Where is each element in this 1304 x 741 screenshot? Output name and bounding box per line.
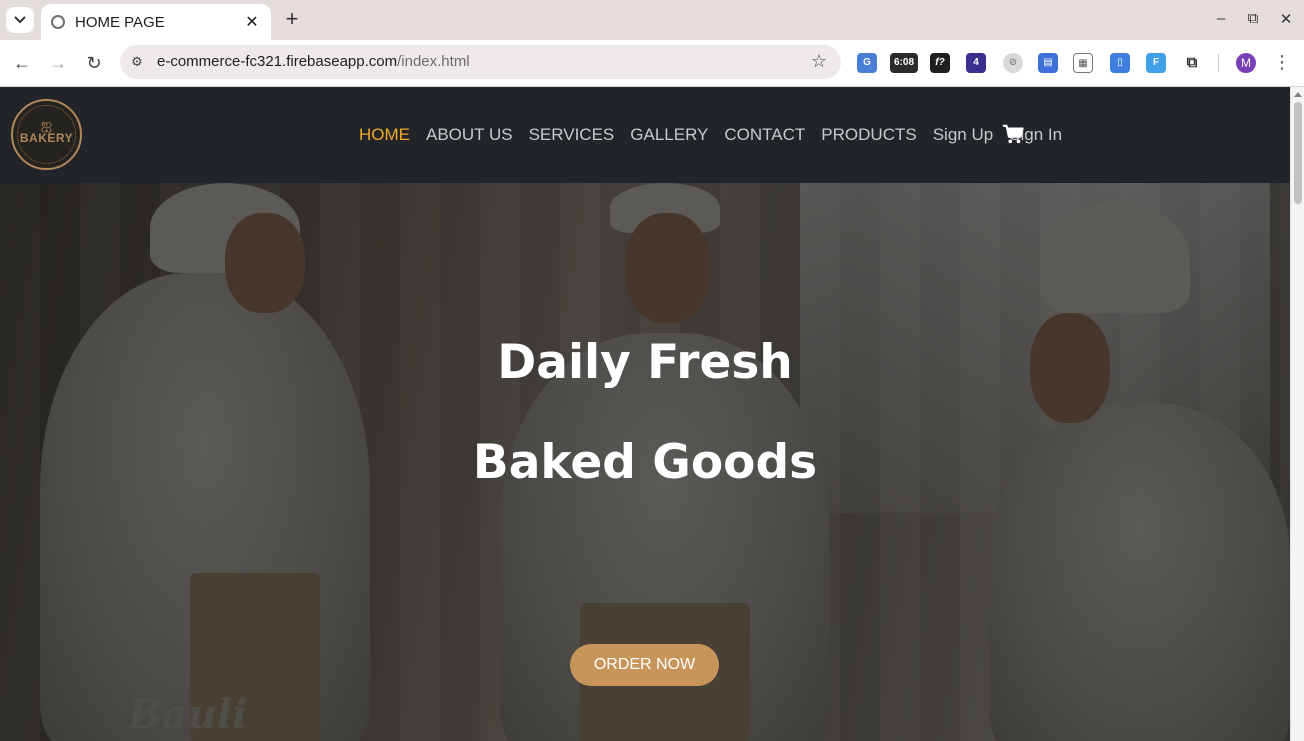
tab-list-button[interactable] — [6, 7, 34, 33]
new-tab-button[interactable]: + — [281, 8, 303, 32]
url-host: e-commerce-fc321.firebaseapp.com — [157, 53, 398, 70]
minimize-button[interactable]: – — [1211, 10, 1231, 27]
hero-headline-line1: Daily Fresh — [497, 335, 793, 390]
tab-close-icon[interactable]: ✕ — [243, 12, 261, 32]
nav-sign-up[interactable]: Sign Up — [933, 125, 993, 145]
translate-extension-icon[interactable]: G — [857, 53, 877, 73]
browser-menu-icon[interactable]: ⋮ — [1272, 52, 1292, 73]
nav-contact[interactable]: CONTACT — [724, 125, 805, 145]
formula-extension-icon[interactable]: f? — [930, 53, 950, 73]
compass-extension-icon[interactable]: ⊘ — [1003, 53, 1023, 73]
hero-headline-line2: Baked Goods — [472, 435, 818, 490]
document-extension-icon[interactable]: ▤ — [1038, 53, 1058, 73]
back-button[interactable]: ← — [11, 52, 33, 74]
chevron-down-icon — [14, 16, 26, 24]
extension-badge: 4 — [973, 57, 979, 68]
hero-section: Bauli Daily Fresh Baked Goods ORDER NOW — [0, 183, 1290, 741]
site-info-icon[interactable]: ⚙ — [129, 54, 145, 70]
clipboard-extension-icon[interactable]: ▦ — [1073, 53, 1093, 73]
nav-gallery[interactable]: GALLERY — [630, 125, 708, 145]
close-window-button[interactable]: ✕ — [1276, 10, 1296, 28]
nav-home[interactable]: HOME — [359, 125, 410, 145]
toolbar-separator — [1218, 54, 1219, 72]
site-header: ஐ BAKERY · · · HOME ABOUT US SERVICES GA… — [0, 87, 1290, 183]
browser-toolbar: ← → ↻ ⚙ e-commerce-fc321.firebaseapp.com… — [0, 40, 1304, 87]
cart-icon[interactable] — [1002, 123, 1024, 145]
url-text: e-commerce-fc321.firebaseapp.com/index.h… — [157, 53, 470, 70]
scroll-up-arrow[interactable] — [1294, 92, 1302, 97]
restore-button[interactable]: ⧉ — [1243, 10, 1263, 27]
extensions-puzzle-icon[interactable]: ⧉ — [1182, 53, 1202, 73]
page-scrollbar[interactable] — [1290, 87, 1304, 741]
globe-icon — [51, 15, 65, 29]
bakery-logo[interactable]: ஐ BAKERY · · · — [11, 99, 82, 170]
nav-services[interactable]: SERVICES — [529, 125, 615, 145]
url-path: /index.html — [397, 53, 470, 70]
nav-products[interactable]: PRODUCTS — [821, 125, 916, 145]
timer-extension-icon[interactable]: 6:08 — [890, 53, 918, 73]
page-viewport: ஐ BAKERY · · · HOME ABOUT US SERVICES GA… — [0, 87, 1290, 741]
main-navigation: HOME ABOUT US SERVICES GALLERY CONTACT P… — [359, 125, 1078, 145]
bookmark-star-icon[interactable]: ☆ — [811, 51, 827, 72]
scroll-thumb[interactable] — [1294, 102, 1302, 204]
order-now-button[interactable]: ORDER NOW — [570, 644, 719, 686]
graduation-extension-icon[interactable]: 4 — [966, 53, 986, 73]
profile-initial: M — [1241, 56, 1251, 70]
forward-button[interactable]: → — [47, 52, 69, 74]
logo-ring — [17, 105, 76, 164]
browser-tab-active[interactable]: HOME PAGE ✕ — [41, 4, 271, 40]
browser-tabstrip: HOME PAGE ✕ + – ⧉ ✕ — [0, 0, 1304, 40]
nav-about-us[interactable]: ABOUT US — [426, 125, 513, 145]
notes-extension-icon[interactable]: ▯ — [1110, 53, 1130, 73]
fi-extension-icon[interactable]: F — [1146, 53, 1166, 73]
reload-button[interactable]: ↻ — [83, 52, 105, 74]
address-bar[interactable]: ⚙ e-commerce-fc321.firebaseapp.com/index… — [120, 45, 841, 79]
tab-title: HOME PAGE — [75, 13, 165, 31]
profile-avatar[interactable]: M — [1236, 53, 1256, 73]
timer-text: 6:08 — [893, 57, 914, 68]
